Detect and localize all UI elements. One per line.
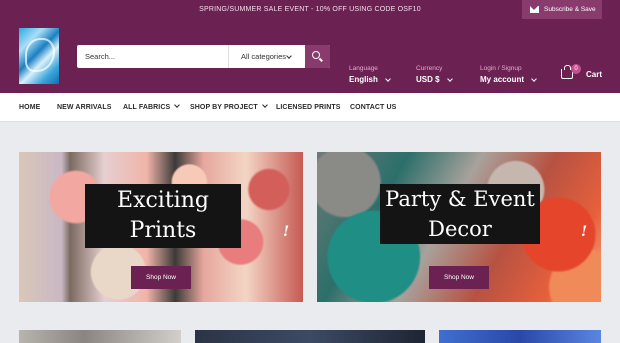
- category-select[interactable]: All categories: [228, 45, 305, 68]
- search-input[interactable]: [77, 45, 228, 68]
- nav-item-shop-by-project[interactable]: SHOP BY PROJECT: [190, 93, 268, 122]
- collection-tile[interactable]: [439, 330, 601, 343]
- banner-title-line1: Exciting: [117, 188, 209, 213]
- cart-count-badge: 0: [571, 64, 581, 74]
- chevron-down-icon: [261, 102, 268, 108]
- chevron-down-icon: [286, 53, 292, 59]
- nav-item-all-fabrics[interactable]: ALL FABRICS: [123, 93, 181, 122]
- language-value: English: [349, 75, 391, 84]
- currency-value: USD $: [416, 75, 453, 84]
- language-value-text: English: [349, 75, 378, 84]
- chevron-down-icon: [174, 102, 181, 108]
- nav-item-new-arrivals[interactable]: NEW ARRIVALS: [57, 93, 111, 122]
- shop-now-button[interactable]: Shop Now: [429, 266, 489, 289]
- banner-title: Party & Event Decor: [380, 184, 540, 244]
- announcement-bar: SPRING/SUMMER SALE EVENT - 10% OFF USING…: [0, 0, 620, 19]
- nav-item-home[interactable]: HOME: [19, 93, 40, 122]
- banner-title: Exciting Prints: [85, 184, 241, 248]
- my-account-text: My account: [480, 75, 525, 84]
- store-logo[interactable]: [19, 28, 59, 84]
- language-selector[interactable]: Language English: [349, 65, 391, 84]
- collection-tile[interactable]: [19, 330, 181, 343]
- login-signup-link[interactable]: Login / Signup: [480, 65, 536, 72]
- banner-mark: !: [283, 224, 290, 240]
- collection-tile[interactable]: [195, 330, 425, 343]
- nav-item-contact-us[interactable]: CONTACT US: [350, 93, 396, 122]
- site-header: All categories Language English Currency…: [0, 19, 620, 93]
- subscribe-label: Subscribe & Save: [544, 6, 596, 13]
- chevron-down-icon: [531, 76, 537, 82]
- category-select-value: All categories: [241, 52, 287, 61]
- currency-label: Currency: [416, 65, 443, 72]
- banner-title-line2: Decor: [428, 217, 492, 241]
- banner-title-line2: Prints: [129, 218, 197, 243]
- promo-banner-exciting-prints[interactable]: Exciting Prints ! Shop Now: [19, 152, 303, 302]
- chevron-down-icon: [385, 76, 391, 82]
- cart-label: Cart: [586, 70, 603, 79]
- banner-title-line1: Party & Event: [385, 187, 535, 211]
- account-menu[interactable]: Login / Signup My account: [480, 65, 537, 84]
- search-bar: All categories: [77, 45, 330, 68]
- main-navigation: HOME NEW ARRIVALS ALL FABRICS SHOP BY PR…: [0, 93, 620, 122]
- currency-selector[interactable]: Currency USD $: [416, 65, 453, 84]
- language-label: Language: [349, 65, 378, 72]
- shop-now-button[interactable]: Shop Now: [131, 266, 191, 289]
- cart-button[interactable]: 0 Cart: [561, 64, 611, 86]
- nav-item-licensed-prints[interactable]: LICENSED PRINTS: [276, 93, 341, 122]
- subscribe-button[interactable]: Subscribe & Save: [522, 0, 602, 19]
- nav-item-all-fabrics-label: ALL FABRICS: [123, 104, 171, 111]
- nav-item-shop-by-project-label: SHOP BY PROJECT: [190, 104, 258, 111]
- promo-banner-party-event-decor[interactable]: Party & Event Decor ! Shop Now: [317, 152, 601, 302]
- search-icon: [312, 51, 320, 59]
- banner-mark: !: [581, 224, 588, 240]
- search-button[interactable]: [305, 45, 330, 68]
- currency-value-text: USD $: [416, 75, 440, 84]
- mail-icon: [530, 6, 539, 13]
- chevron-down-icon: [446, 76, 453, 82]
- my-account: My account: [480, 75, 537, 84]
